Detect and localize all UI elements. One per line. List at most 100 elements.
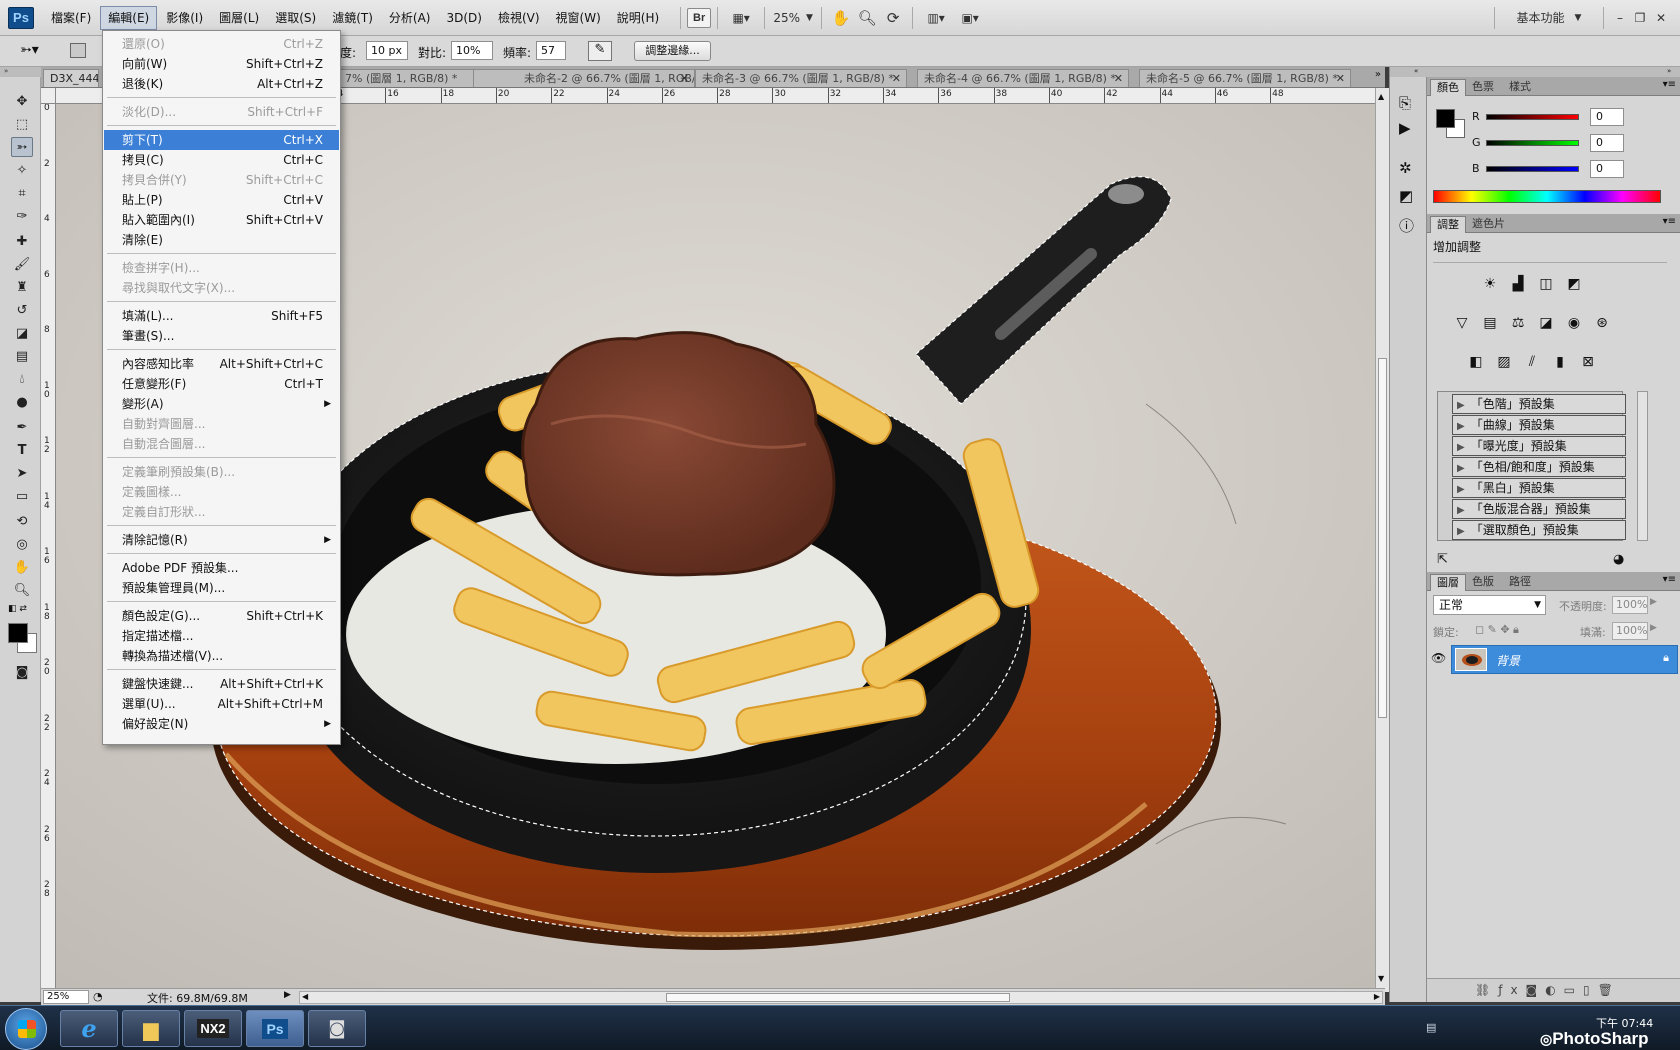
doc-tab[interactable]: 未命名-2 @ 66.7% (圖層 1, RGB/8) *✕ xyxy=(473,69,695,87)
preset-hue-saturation[interactable]: ▶ 「色相/飽和度」預設集 xyxy=(1452,457,1626,477)
histogram-panel-icon[interactable]: ◩ xyxy=(1399,187,1413,205)
menu-file[interactable]: 檔案(F) xyxy=(44,6,98,30)
quick-select-tool-icon[interactable]: ✧ xyxy=(11,160,33,180)
tab-channels[interactable]: 色版 xyxy=(1466,574,1500,591)
edit-menu-item[interactable]: 清除(E) xyxy=(104,230,339,250)
close-tab-icon[interactable]: ✕ xyxy=(1336,70,1345,87)
menu-help[interactable]: 說明(H) xyxy=(610,6,666,30)
scroll-up-icon[interactable]: ▲ xyxy=(1378,92,1384,101)
preset-black-white[interactable]: ▶ 「黑白」預設集 xyxy=(1452,478,1626,498)
clone-stamp-tool-icon[interactable]: ♜ xyxy=(11,277,33,297)
healing-brush-tool-icon[interactable]: ✚ xyxy=(11,231,33,251)
restore-button[interactable]: ❐ xyxy=(1630,7,1650,29)
menu-view[interactable]: 檢視(V) xyxy=(491,6,547,30)
menu-layer[interactable]: 圖層(L) xyxy=(212,6,266,30)
tab-styles[interactable]: 樣式 xyxy=(1503,79,1537,96)
crop-tool-icon[interactable]: ⌗ xyxy=(11,183,33,203)
edit-menu-item[interactable]: 鍵盤快速鍵... Alt+Shift+Ctrl+K xyxy=(104,674,339,694)
default-colors-icon[interactable]: ◧ ⇄ xyxy=(8,604,27,614)
menu-filter[interactable]: 濾鏡(T) xyxy=(325,6,380,30)
foreground-color-swatch[interactable] xyxy=(8,623,28,643)
navigator-panel-icon[interactable]: ✲ xyxy=(1399,159,1412,177)
menu-edit[interactable]: 編輯(E) xyxy=(100,5,158,30)
zoom-field[interactable]: 25% xyxy=(43,990,89,1004)
3d-rotate-tool-icon[interactable]: ⟲ xyxy=(11,511,33,531)
preset-curves[interactable]: ▶ 「曲線」預設集 xyxy=(1452,415,1626,435)
taskbar-app[interactable]: ◙ xyxy=(308,1010,366,1047)
3d-orbit-tool-icon[interactable]: ◎ xyxy=(11,534,33,554)
edit-menu-item[interactable]: Adobe PDF 預設集... xyxy=(104,558,339,578)
photo-filter-icon[interactable]: ◉ xyxy=(1563,312,1585,334)
ruler-origin[interactable] xyxy=(41,88,56,104)
g-slider[interactable] xyxy=(1486,140,1579,146)
edit-menu-item[interactable]: 顏色設定(G)... Shift+Ctrl+K xyxy=(104,606,339,626)
r-field[interactable]: 0 xyxy=(1590,108,1624,126)
history-brush-tool-icon[interactable]: ↺ xyxy=(11,300,33,320)
close-tab-icon[interactable]: ✕ xyxy=(892,70,901,87)
scroll-thumb[interactable] xyxy=(1378,358,1387,718)
vertical-scrollbar[interactable]: ▲ ▼ xyxy=(1375,88,1389,992)
start-button[interactable] xyxy=(5,1008,47,1050)
pen-tool-icon[interactable]: ✒ xyxy=(11,417,33,437)
gradient-map-icon[interactable]: ▮ xyxy=(1549,351,1571,373)
edit-menu-item[interactable]: 退後(K) Alt+Ctrl+Z xyxy=(104,74,339,94)
brightness-contrast-icon[interactable]: ☀ xyxy=(1479,273,1501,295)
close-button[interactable]: ✕ xyxy=(1650,7,1672,29)
tool-preset-picker[interactable]: ➳▾ xyxy=(20,42,50,62)
strip-collapse-icon[interactable]: « xyxy=(1390,67,1427,77)
edit-menu-item[interactable]: 拷貝(C) Ctrl+C xyxy=(104,150,339,170)
tab-color[interactable]: 顏色 xyxy=(1430,79,1466,96)
edit-menu-item[interactable]: 任意變形(F) Ctrl+T xyxy=(104,374,339,394)
clip-layer-icon[interactable]: ◕ xyxy=(1613,552,1624,567)
selective-color-icon[interactable]: ⊠ xyxy=(1577,351,1599,373)
levels-icon[interactable]: ▟ xyxy=(1507,273,1529,295)
type-tool-icon[interactable]: T xyxy=(11,440,33,460)
preset-channel-mixer[interactable]: ▶ 「色版混合器」預設集 xyxy=(1452,499,1626,519)
edit-menu-item[interactable]: 內容感知比率 Alt+Shift+Ctrl+C xyxy=(104,354,339,374)
move-tool-icon[interactable]: ✥ xyxy=(11,91,33,111)
status-info-icon[interactable]: ◔ xyxy=(93,990,103,1003)
rotate-view-button[interactable]: ⟳ xyxy=(880,7,906,29)
edit-menu-item[interactable]: 指定描述檔... xyxy=(104,626,339,646)
vibrance-icon[interactable]: ▽ xyxy=(1451,312,1473,334)
tray-icon[interactable]: ▤ xyxy=(1426,1021,1436,1034)
edit-menu-item[interactable]: 轉換為描述檔(V)... xyxy=(104,646,339,666)
contrast-field[interactable]: 10% xyxy=(451,41,493,60)
edit-menu-item[interactable]: 貼上(P) Ctrl+V xyxy=(104,190,339,210)
width-field[interactable]: 10 px xyxy=(366,41,408,60)
minimize-button[interactable]: – xyxy=(1610,7,1630,29)
vertical-ruler[interactable]: 0 2 4 6 8 1 0 1 2 1 4 1 6 1 8 2 0 2 2 2 4 2 6 2 8 xyxy=(41,104,56,992)
exposure-icon[interactable]: ◩ xyxy=(1563,273,1585,295)
arrange-documents-button[interactable]: ▥▾ xyxy=(919,7,953,29)
shape-tool-icon[interactable]: ▭ xyxy=(11,486,33,506)
h-scroll-thumb[interactable] xyxy=(666,993,1010,1002)
scroll-left-icon[interactable]: ◀ xyxy=(302,992,308,1001)
doc-tab[interactable]: 未命名-3 @ 66.7% (圖層 1, RGB/8) * ✕ xyxy=(695,69,907,87)
workspace-switcher[interactable]: 基本功能 ▼ xyxy=(1501,7,1597,29)
r-slider[interactable] xyxy=(1486,114,1579,120)
preset-exposure[interactable]: ▶ 「曝光度」預設集 xyxy=(1452,436,1626,456)
blur-tool-icon[interactable]: 💧︎ xyxy=(11,369,33,389)
taskbar-ie[interactable]: e xyxy=(60,1010,118,1047)
curves-icon[interactable]: ◫ xyxy=(1535,273,1557,295)
hand-tool-button[interactable]: ✋ xyxy=(828,7,854,29)
layer-visibility-eye-icon[interactable]: 👁︎ xyxy=(1431,651,1446,665)
channel-mixer-icon[interactable]: ⊛ xyxy=(1591,312,1613,334)
lock-icons[interactable]: ◻ ✎ ✥ 🔒︎ xyxy=(1475,623,1519,637)
gradient-tool-icon[interactable]: ▤ xyxy=(11,346,33,366)
horizontal-scrollbar[interactable]: ◀ ▶ xyxy=(299,991,1383,1004)
tab-swatches[interactable]: 色票 xyxy=(1466,79,1500,96)
doc-tab[interactable]: 未命名-4 @ 66.7% (圖層 1, RGB/8) * ✕ xyxy=(917,69,1129,87)
edit-menu-item[interactable]: 偏好設定(N) ▶ xyxy=(104,714,339,734)
edit-menu-item[interactable]: 變形(A) ▶ xyxy=(104,394,339,414)
posterize-icon[interactable]: ▨ xyxy=(1493,351,1515,373)
menu-3d[interactable]: 3D(D) xyxy=(439,6,488,30)
color-balance-icon[interactable]: ⚖ xyxy=(1507,312,1529,334)
edit-menu-item[interactable]: 清除記憶(R) ▶ xyxy=(104,530,339,550)
edit-menu-item[interactable]: 貼入範圍內(I) Shift+Ctrl+V xyxy=(104,210,339,230)
close-tab-icon[interactable]: ✕ xyxy=(1114,70,1123,87)
scroll-down-icon[interactable]: ▼ xyxy=(1378,974,1384,983)
doc-tab-active[interactable]: D3X_4441 xyxy=(43,69,99,87)
marquee-tool-icon[interactable]: ⬚ xyxy=(11,114,33,134)
dock-collapse-icon[interactable]: » xyxy=(1427,67,1680,77)
